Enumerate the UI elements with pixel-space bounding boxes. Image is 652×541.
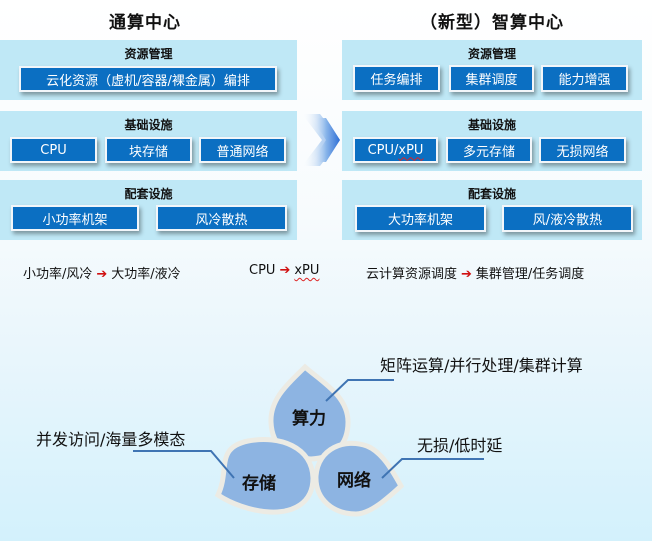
petal-storage-label: 存储: [242, 473, 276, 494]
petal-compute-label: 算力: [291, 408, 326, 429]
callout-storage: 并发访问/海量多模态: [36, 430, 186, 449]
callout-compute: 矩阵运算/并行处理/集群计算: [380, 356, 583, 375]
petal-network-label: 网络: [337, 470, 371, 491]
callout-network: 无损/低时延: [417, 436, 503, 455]
leader-line-storage: [133, 450, 235, 479]
petal-diagram: 算力 存储 网络: [133, 363, 484, 517]
